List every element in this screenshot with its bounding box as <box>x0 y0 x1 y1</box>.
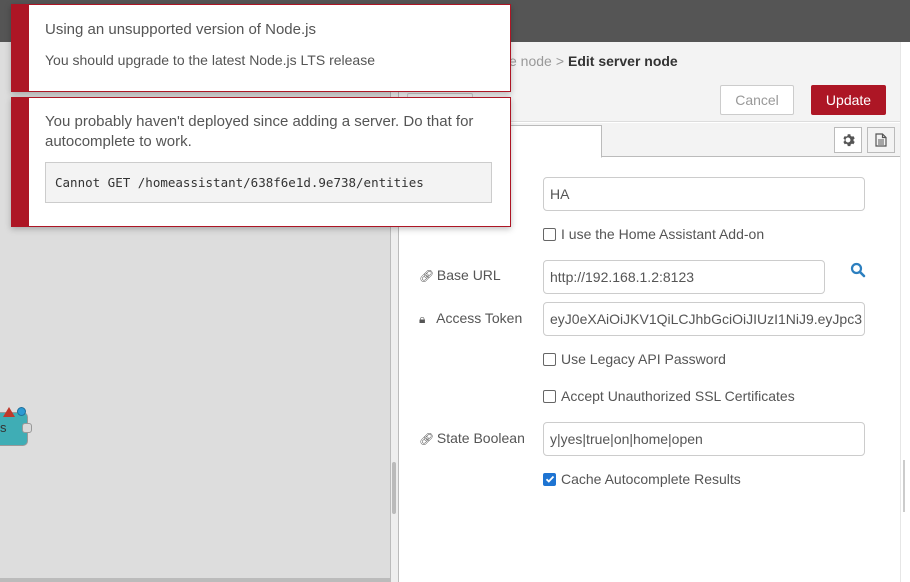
legacy-password-label: Use Legacy API Password <box>561 351 726 367</box>
ssl-checkbox[interactable] <box>543 389 556 403</box>
cache-row[interactable]: Cache Autocomplete Results <box>543 471 741 487</box>
workspace-footer-line <box>0 578 392 582</box>
description-tab-button[interactable] <box>867 127 895 153</box>
state-boolean-field[interactable]: y|yes|true|on|home|open <box>543 422 865 456</box>
notification-node-version[interactable]: Using an unsupported version of Node.js … <box>11 4 511 92</box>
base-url-label: 🔗︎ Base URL <box>419 267 501 283</box>
cache-label: Cache Autocomplete Results <box>561 471 741 487</box>
cancel-button[interactable]: Cancel <box>720 85 794 115</box>
settings-tab-button[interactable] <box>834 127 862 153</box>
search-icon[interactable] <box>850 262 866 278</box>
breadcrumb: e node > Edit server node <box>509 53 678 69</box>
access-token-label: 🔒︎ Access Token <box>419 310 522 327</box>
document-icon <box>875 133 887 147</box>
checkmark-icon <box>545 475 554 483</box>
ssl-row[interactable]: Accept Unauthorized SSL Certificates <box>543 388 795 404</box>
breadcrumb-separator: > <box>555 53 565 69</box>
access-token-label-text: Access Token <box>436 310 523 326</box>
addon-checkbox-row[interactable]: I use the Home Assistant Add-on <box>543 226 764 242</box>
name-field[interactable]: HA <box>543 177 865 211</box>
tray-scrollbar-track[interactable] <box>900 42 910 582</box>
update-button[interactable]: Update <box>811 85 886 115</box>
notification-deploy[interactable]: You probably haven't deployed since addi… <box>11 97 511 227</box>
flow-node-label: s <box>0 420 7 435</box>
notification-body: You should upgrade to the latest Node.js… <box>45 52 375 68</box>
access-token-field[interactable]: eyJ0eXAiOiJKV1QiLCJhbGciOiJIUzI1NiJ9.eyJ… <box>543 302 865 336</box>
legacy-password-row[interactable]: Use Legacy API Password <box>543 351 726 367</box>
base-url-label-text: Base URL <box>436 267 501 283</box>
state-boolean-label: 🔗︎ State Boolean <box>419 430 525 446</box>
breadcrumb-current: Edit server node <box>568 53 678 69</box>
addon-checkbox-label: I use the Home Assistant Add-on <box>561 226 765 242</box>
link-icon: 🔗︎ <box>419 269 435 283</box>
notification-error-code: Cannot GET /homeassistant/638f6e1d.9e738… <box>45 162 492 203</box>
link-icon: 🔗︎ <box>419 432 435 446</box>
base-url-field[interactable]: http://192.168.1.2:8123 <box>543 260 825 294</box>
node-output-port[interactable] <box>22 423 32 433</box>
breadcrumb-parent[interactable]: e node <box>509 53 552 69</box>
node-status-dot <box>17 407 26 416</box>
state-boolean-label-text: State Boolean <box>436 430 525 446</box>
tray-scrollbar-thumb[interactable] <box>903 460 905 512</box>
notification-title: Using an unsupported version of Node.js <box>45 21 316 38</box>
gear-icon <box>843 134 855 147</box>
notification-message: You probably haven't deployed since addi… <box>45 113 474 150</box>
cache-checkbox[interactable] <box>543 472 556 486</box>
separator-drag-handle[interactable] <box>392 462 396 514</box>
ssl-label: Accept Unauthorized SSL Certificates <box>561 388 795 404</box>
warning-icon <box>3 407 15 417</box>
addon-checkbox[interactable] <box>543 227 556 241</box>
lock-icon: 🔒︎ <box>419 312 426 326</box>
legacy-password-checkbox[interactable] <box>543 352 556 366</box>
